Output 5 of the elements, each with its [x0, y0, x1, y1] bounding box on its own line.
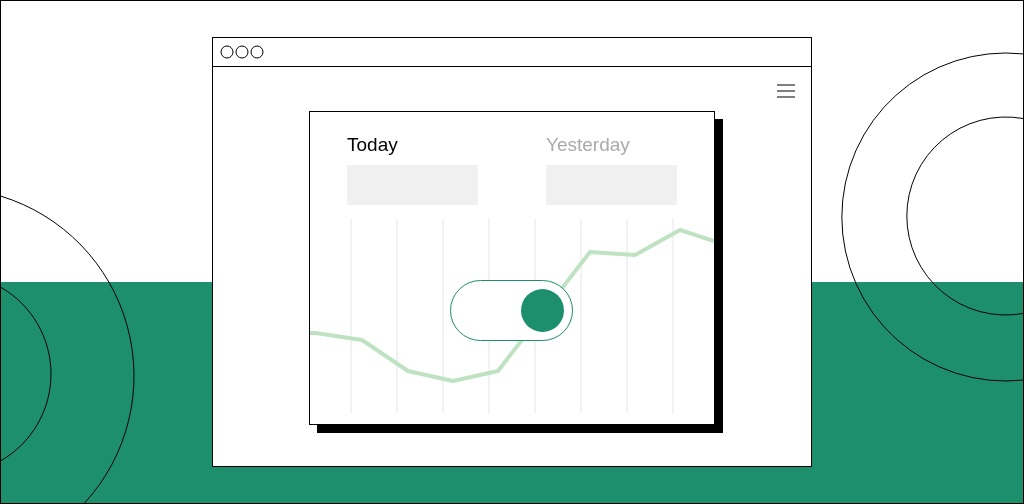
tab[interactable]: Today: [347, 133, 398, 157]
window-controls-icon[interactable]: [220, 45, 264, 59]
toggle-knob[interactable]: [521, 289, 564, 332]
toggle-switch[interactable]: [450, 280, 573, 341]
menu-icon[interactable]: [777, 84, 795, 98]
